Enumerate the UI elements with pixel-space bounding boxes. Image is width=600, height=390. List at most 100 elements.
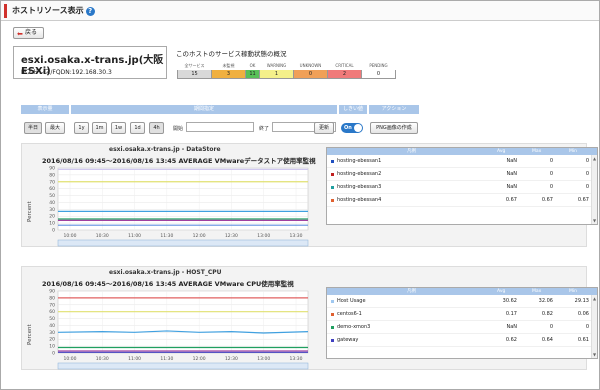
x-tick-label: 12:00 [193,356,206,362]
back-button[interactable]: ⬅ 戻る [13,27,44,39]
x-tick-label: 11:30 [160,356,173,362]
legend-avg: NaN [506,324,517,330]
toggle-knob [354,124,362,132]
legend-scrollbar[interactable]: ▲ ▼ [591,155,597,224]
legend-scrollbar[interactable]: ▲ ▼ [591,295,597,358]
x-tick-label: 10:00 [64,356,77,362]
legend-row[interactable]: centos6-1 0.17 0.82 0.06 [327,308,597,321]
period-1w-button[interactable]: 1w [111,122,126,134]
scroll-down-icon[interactable]: ▼ [593,352,596,357]
y-tick-label: 70 [49,302,55,308]
y-tick-label: 80 [49,172,55,178]
x-tick-label: 12:00 [193,233,206,239]
toggle-label: On [344,125,352,131]
legend-min: 0 [585,171,589,177]
legend-row[interactable]: hosting-ebessan2 NaN 0 0 [327,168,597,181]
title-accent [4,4,7,18]
service-count[interactable]: 3 [211,69,246,79]
service-label: 全サービス [177,61,212,70]
legend-header: 凡例 Avg Max Min [327,288,597,295]
service-summary-table: 全サービス 未監視 OK WARNING UNKNOWN CRITICAL PENDING … [177,61,396,79]
chart-ylabel: Percent [27,201,33,222]
service-count[interactable]: 1 [259,69,294,79]
help-icon[interactable]: ? [85,7,95,16]
start-label: 開始 [173,126,184,132]
threshold-header: しきい値 [339,105,367,114]
legend-header-avg: Avg [497,289,506,294]
y-tick-label: 60 [49,309,55,315]
service-count[interactable]: 15 [177,69,212,79]
x-tick-label: 13:30 [290,356,303,362]
x-tick-label: 11:00 [128,356,141,362]
legend-min: 0 [585,324,589,330]
legend-swatch [331,326,334,329]
page-title-text: ホストリソース表示 [12,6,84,15]
legend-name: hosting-ebessan1 [337,158,382,164]
scroll-down-icon[interactable]: ▼ [593,218,596,223]
legend-avg: NaN [506,184,517,190]
period-1m-button[interactable]: 1m [92,122,107,134]
legend-row[interactable]: Host Usage 30.62 32.06 29.13 [327,295,597,308]
service-count[interactable]: 11 [245,69,260,79]
legend-row[interactable]: hosting-ebessan4 0.67 0.67 0.67 [327,194,597,207]
service-count[interactable]: 0 [293,69,328,79]
legend-row[interactable]: hosting-ebessan1 NaN 0 0 [327,155,597,168]
x-tick-label: 13:00 [257,233,270,239]
title-bar: ホストリソース表示? [1,1,599,21]
legend-max: 0 [549,324,553,330]
legend-swatch [331,160,334,163]
legend-swatch [331,300,334,303]
legend-header: 凡例 Avg Max Min [327,148,597,155]
range-navigator [57,239,309,247]
y-tick-label: 80 [49,295,55,301]
legend-max: 0 [549,158,553,164]
legend-avg: 0.17 [505,311,517,317]
legend-max: 0.64 [541,337,553,343]
period-1d-button[interactable]: 1d [130,122,145,134]
host-info-box: esxi.osaka.x-trans.jp(大阪ESXi) IPアドレス/FQD… [13,46,167,79]
host-ip: IPアドレス/FQDN:192.168.30.3 [21,69,112,76]
legend-min: 0.61 [577,337,589,343]
scroll-up-icon[interactable]: ▲ [593,156,596,161]
legend-swatch [331,173,334,176]
page-title: ホストリソース表示? [12,5,95,16]
legend-swatch [331,186,334,189]
legend-row[interactable]: hosting-ebessan3 NaN 0 0 [327,181,597,194]
legend-name: centos6-1 [337,311,362,317]
legend-avg: 0.62 [505,337,517,343]
period-header: 期間指定 [71,105,337,114]
y-tick-label: 60 [49,186,55,192]
legend-header-min: Min [569,289,577,294]
chart-panel-datastore: esxi.osaka.x-trans.jp - DataStore 2016/0… [21,143,598,247]
back-button-label: 戻る [25,29,38,36]
legend-row[interactable]: demo-xmon3 NaN 0 0 [327,321,597,334]
legend-row[interactable]: gateway 0.62 0.64 0.61 [327,334,597,347]
service-summary-title: このホストのサービス稼動状態の概況 [176,50,287,58]
range-half-day-button[interactable]: 半日 [24,122,42,134]
start-datetime-input[interactable] [186,122,254,132]
legend-header-name: 凡例 [407,289,416,294]
service-label: PENDING [361,61,396,70]
legend-header-max: Max [532,289,542,294]
period-4h-button[interactable]: 4h [149,122,164,134]
legend-avg: 0.67 [505,197,517,203]
service-count[interactable]: 0 [361,69,396,79]
threshold-toggle[interactable]: On [341,123,363,133]
service-label: 未監視 [211,61,246,70]
legend-name: hosting-ebessan2 [337,171,382,177]
scroll-up-icon[interactable]: ▲ [593,296,596,301]
service-count[interactable]: 2 [327,69,362,79]
range-header: 表示量 [21,105,69,114]
chart-plot: 0102030405060708090 10:00 10:30 11:00 11:30 1… [49,166,309,247]
chart-plot: 0102030405060708090 10:00 10:30 11:00 11:30 1… [49,289,309,370]
legend-min: 29.13 [574,298,589,304]
action-header: アクション [369,105,419,114]
period-1y-button[interactable]: 1y [74,122,89,134]
range-max-button[interactable]: 最大 [45,122,65,134]
y-tick-label: 40 [49,200,55,206]
x-tick-label: 10:00 [64,233,77,239]
chart-panel-host-cpu: esxi.osaka.x-trans.jp - HOST_CPU 2016/08… [21,266,598,370]
update-button[interactable]: 更新 [314,122,334,134]
png-export-button[interactable]: PNG画像の作成 [370,122,418,134]
legend-avg: NaN [506,171,517,177]
